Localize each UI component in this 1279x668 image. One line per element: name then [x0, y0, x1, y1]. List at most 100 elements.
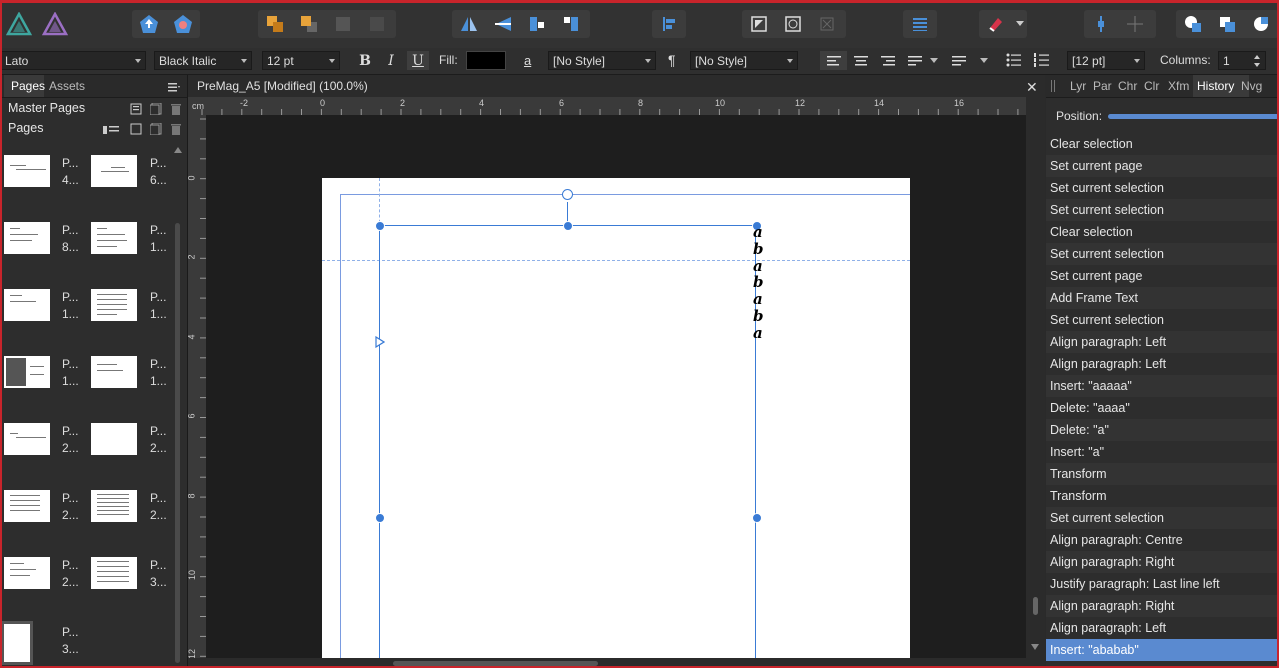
add-page-icon[interactable]: [149, 122, 162, 138]
history-item[interactable]: Align paragraph: Left: [1046, 617, 1279, 639]
text-frame-content[interactable]: a b a b a b a: [753, 224, 767, 342]
history-item[interactable]: Set current selection: [1046, 177, 1279, 199]
tab-pages[interactable]: Pages: [11, 79, 45, 93]
text-flow-in-icon[interactable]: [375, 336, 385, 348]
rotation-handle[interactable]: [562, 189, 573, 200]
resize-handle-left[interactable]: [375, 513, 385, 523]
history-item[interactable]: Delete: "a": [1046, 419, 1279, 441]
tab-navigator[interactable]: Nvg: [1241, 79, 1262, 93]
export-persona-icon[interactable]: [132, 10, 166, 38]
history-item[interactable]: Set current selection: [1046, 243, 1279, 265]
numbered-list-icon[interactable]: [1034, 53, 1050, 70]
master-page-layout-icon[interactable]: [130, 103, 142, 118]
panel-menu-icon[interactable]: [168, 81, 180, 95]
add-master-page-icon[interactable]: [149, 102, 162, 118]
font-size-select[interactable]: 12 pt: [262, 51, 340, 70]
underline-button[interactable]: U: [407, 51, 429, 70]
resize-handle-top[interactable]: [563, 221, 573, 231]
history-item[interactable]: Set current selection: [1046, 199, 1279, 221]
canvas-vertical-scrollbar[interactable]: [1026, 97, 1045, 668]
history-item[interactable]: Delete: "aaaa": [1046, 397, 1279, 419]
scroll-down-icon[interactable]: [1031, 644, 1039, 650]
scroll-up-icon[interactable]: [174, 147, 182, 153]
share-persona-icon[interactable]: [166, 10, 200, 38]
align-right-text-icon[interactable]: [874, 51, 901, 70]
page-thumbnail[interactable]: [91, 557, 137, 589]
fill-color-swatch[interactable]: [466, 51, 506, 70]
align-center-text-icon[interactable]: [847, 51, 874, 70]
history-item[interactable]: Add Frame Text: [1046, 287, 1279, 309]
page-thumbnail[interactable]: [4, 222, 50, 254]
panel-grip-icon[interactable]: [1051, 80, 1055, 92]
scrollbar-thumb[interactable]: [393, 661, 598, 666]
history-item[interactable]: Insert: "aaaaa": [1046, 375, 1279, 397]
history-item[interactable]: Insert: "a": [1046, 441, 1279, 463]
font-family-select[interactable]: Lato: [0, 51, 146, 70]
history-item[interactable]: Clear selection: [1046, 221, 1279, 243]
text-wrap-icon[interactable]: [742, 10, 776, 38]
page-layout-icon[interactable]: [103, 124, 119, 138]
page-thumbnail[interactable]: [1, 621, 33, 665]
grid-icon[interactable]: [1118, 10, 1152, 38]
page-thumbnail[interactable]: [91, 490, 137, 522]
history-position-slider[interactable]: [1108, 114, 1279, 119]
horizontal-ruler[interactable]: cm -2 0 2 4 6 8 10 12 14 16: [188, 97, 1030, 115]
baseline-grid-icon[interactable]: [903, 10, 937, 38]
tab-assets[interactable]: Assets: [49, 79, 85, 93]
delete-page-icon[interactable]: [171, 123, 181, 138]
italic-button[interactable]: I: [380, 51, 402, 70]
justify-text-icon[interactable]: [901, 51, 928, 70]
text-frame[interactable]: [379, 225, 756, 658]
history-item[interactable]: Clear selection: [1046, 133, 1279, 155]
flip-horizontal-icon[interactable]: [452, 10, 486, 38]
vertical-ruler[interactable]: 0 2 4 6 8 10 12: [187, 115, 206, 668]
bold-button[interactable]: B: [354, 51, 376, 70]
canvas-horizontal-scrollbar[interactable]: [188, 658, 1030, 668]
align-left-text-icon[interactable]: [820, 51, 847, 70]
history-item[interactable]: Align paragraph: Centre: [1046, 529, 1279, 551]
resize-handle-right[interactable]: [752, 513, 762, 523]
history-item[interactable]: Set current selection: [1046, 309, 1279, 331]
scrollbar-thumb[interactable]: [1033, 597, 1038, 615]
history-item[interactable]: Transform: [1046, 463, 1279, 485]
leading-select[interactable]: [12 pt]: [1067, 51, 1145, 70]
chevron-down-icon[interactable]: [928, 51, 940, 70]
page-thumbnail[interactable]: [4, 423, 50, 455]
page-thumbnail[interactable]: [91, 289, 137, 321]
group-icon[interactable]: [326, 10, 360, 38]
history-item[interactable]: Set current page: [1046, 265, 1279, 287]
arrange-front-icon[interactable]: [292, 10, 326, 38]
rotate-left-icon[interactable]: [520, 10, 554, 38]
flip-vertical-icon[interactable]: [486, 10, 520, 38]
page-thumbnail[interactable]: [4, 557, 50, 589]
tab-history[interactable]: History: [1197, 79, 1234, 93]
scrollbar-thumb[interactable]: [175, 223, 180, 663]
document-tab-title[interactable]: PreMag_A5 [Modified] (100.0%): [197, 79, 368, 93]
page-thumbnail[interactable]: [91, 356, 137, 388]
close-frame-icon[interactable]: [810, 10, 844, 38]
affinity-publisher-persona-icon[interactable]: [5, 11, 33, 38]
history-item[interactable]: Transform: [1046, 485, 1279, 507]
history-item[interactable]: Align paragraph: Left: [1046, 331, 1279, 353]
vertical-align-select[interactable]: [952, 51, 992, 70]
align-left-icon[interactable]: [652, 10, 686, 38]
page-thumbnail[interactable]: [91, 155, 137, 187]
history-item[interactable]: Align paragraph: Right: [1046, 551, 1279, 573]
history-item[interactable]: Align paragraph: Left: [1046, 353, 1279, 375]
rotate-right-icon[interactable]: [554, 10, 588, 38]
page-thumbnail[interactable]: [4, 289, 50, 321]
history-item-selected[interactable]: Insert: "ababab": [1046, 639, 1279, 661]
tab-character[interactable]: Chr: [1118, 79, 1137, 93]
page-thumbnail[interactable]: [4, 490, 50, 522]
tab-paragraph[interactable]: Par: [1093, 79, 1112, 93]
snapping-magnet-icon[interactable]: [979, 10, 1013, 38]
history-item[interactable]: Set current selection: [1046, 507, 1279, 529]
history-item[interactable]: Justify paragraph: Last line left: [1046, 573, 1279, 595]
arrange-back-icon[interactable]: [258, 10, 292, 38]
boolean-intersect-icon[interactable]: [1244, 10, 1278, 38]
single-page-icon[interactable]: [130, 123, 142, 138]
paragraph-style-select[interactable]: [No Style]: [690, 51, 798, 70]
page-thumbnail[interactable]: [91, 222, 137, 254]
ungroup-icon[interactable]: [360, 10, 394, 38]
columns-stepper[interactable]: 1: [1218, 51, 1266, 70]
